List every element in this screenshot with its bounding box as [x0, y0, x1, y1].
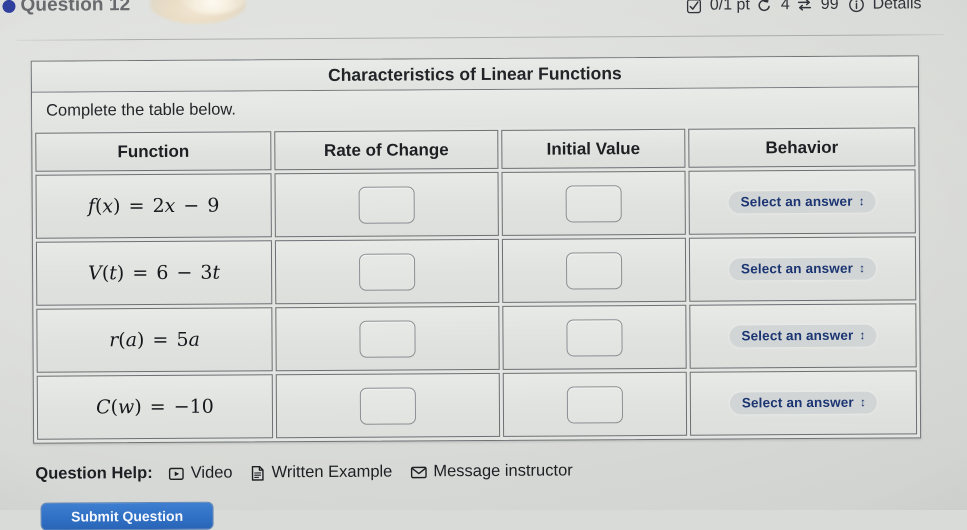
rate-of-change-input[interactable]: [358, 252, 416, 291]
function-expression: C(w) = −10: [95, 395, 214, 419]
submit-question-button-label: Submit Question: [71, 507, 184, 525]
table-row: C(w) = −10 Select an answer ↕: [36, 370, 918, 440]
rate-of-change-cell[interactable]: [274, 238, 500, 305]
characteristics-table-panel: Characteristics of Linear Functions Comp…: [30, 55, 922, 444]
function-expression: r(a) = 5a: [109, 328, 200, 352]
rate-of-change-cell[interactable]: [275, 372, 501, 439]
function-cell: C(w) = −10: [36, 374, 274, 440]
function-cell: r(a) = 5a: [36, 307, 273, 373]
initial-value-cell[interactable]: [502, 304, 687, 370]
help-link-message-instructor[interactable]: Message instructor: [410, 461, 573, 481]
function-expression: f(x) = 2x − 9: [87, 194, 220, 218]
function-cell: f(x) = 2x − 9: [35, 173, 272, 239]
column-header-initial: Initial Value: [501, 128, 686, 169]
retry-arrow-icon: [757, 0, 773, 13]
chevron-up-down-icon: ↕: [859, 394, 867, 409]
function-expression: V(t) = 6 − 3t: [88, 261, 221, 285]
question-help-label: Question Help:: [35, 464, 153, 483]
initial-value-input[interactable]: [565, 251, 623, 289]
chevron-up-down-icon: ↕: [859, 327, 866, 342]
help-link-video[interactable]: Video: [169, 464, 233, 483]
behavior-select-label: Select an answer: [741, 327, 854, 344]
question-help-row: Question Help: Video Written Example Mes…: [35, 461, 581, 483]
behavior-cell[interactable]: Select an answer ↕: [688, 236, 917, 302]
table-header-row: Function Rate of Change Initial Value Be…: [35, 127, 916, 172]
header-divider: [16, 34, 945, 41]
question-meta: 0/1 pt 4 99 Details: [687, 0, 922, 15]
column-header-behavior: Behavior: [688, 127, 916, 168]
behavior-select[interactable]: Select an answer ↕: [729, 324, 877, 348]
initial-value-cell[interactable]: [502, 371, 688, 437]
score-text: 0/1 pt: [709, 0, 750, 14]
behavior-cell[interactable]: Select an answer ↕: [689, 370, 918, 436]
document-icon: [251, 465, 266, 481]
chevron-up-down-icon: ↕: [858, 193, 865, 208]
behavior-select[interactable]: Select an answer ↕: [728, 190, 876, 214]
behavior-select-label: Select an answer: [740, 260, 854, 277]
chevron-up-down-icon: ↕: [858, 260, 866, 275]
function-cell: V(t) = 6 − 3t: [35, 240, 273, 306]
initial-value-input[interactable]: [565, 184, 622, 222]
initial-value-input[interactable]: [566, 318, 623, 356]
table-row: f(x) = 2x − 9 Select an answer ↕: [35, 169, 916, 239]
panel-prompt: Complete the table below.: [32, 87, 919, 130]
swap-arrows-icon: [797, 0, 813, 13]
info-circle-icon[interactable]: [849, 0, 865, 13]
behavior-cell[interactable]: Select an answer ↕: [689, 303, 917, 369]
behavior-select-label: Select an answer: [740, 193, 853, 210]
column-header-function: Function: [35, 131, 272, 172]
help-link-written-example[interactable]: Written Example: [251, 463, 393, 483]
attempts-count: 4: [780, 0, 790, 14]
question-header-bar: Question 12 0/1 pt 4 99 Details: [0, 0, 966, 29]
help-link-message-instructor-label: Message instructor: [433, 461, 573, 481]
behavior-cell[interactable]: Select an answer ↕: [688, 169, 916, 235]
behavior-select[interactable]: Select an answer ↕: [729, 391, 878, 415]
rate-of-change-input[interactable]: [359, 386, 417, 425]
table-row: V(t) = 6 − 3t Select an answer ↕: [35, 236, 917, 306]
rate-of-change-cell[interactable]: [275, 305, 500, 372]
video-play-icon: [169, 465, 185, 481]
envelope-icon: [410, 464, 427, 480]
initial-value-cell[interactable]: [501, 170, 686, 236]
table-row: r(a) = 5a Select an answer ↕: [36, 303, 917, 373]
details-link[interactable]: Details: [873, 0, 922, 14]
help-link-written-example-label: Written Example: [271, 462, 393, 482]
column-header-rate: Rate of Change: [274, 129, 499, 171]
linear-functions-table: Function Rate of Change Initial Value Be…: [32, 124, 920, 442]
page-title: Question 12: [20, 0, 131, 16]
behavior-select-label: Select an answer: [741, 394, 854, 411]
help-link-video-label: Video: [190, 463, 233, 482]
checkbox-checked-icon: [687, 0, 702, 13]
rate-of-change-input[interactable]: [359, 319, 416, 358]
initial-value-cell[interactable]: [501, 237, 687, 303]
behavior-select[interactable]: Select an answer ↕: [728, 257, 877, 281]
initial-value-input[interactable]: [566, 385, 624, 423]
rate-of-change-cell[interactable]: [274, 171, 499, 238]
submit-question-button[interactable]: Submit Question: [41, 502, 213, 530]
rate-of-change-input[interactable]: [358, 185, 415, 224]
blue-dot-icon: [2, 0, 16, 13]
shuffle-count: 99: [820, 0, 839, 13]
